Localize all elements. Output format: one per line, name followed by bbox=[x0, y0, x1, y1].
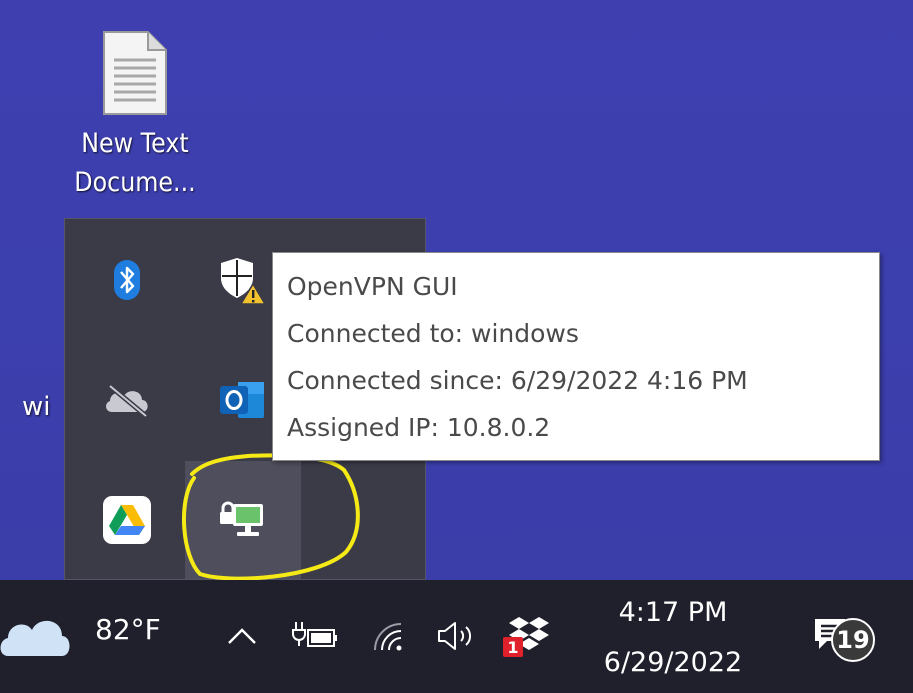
onedrive-offline-icon bbox=[106, 384, 148, 418]
tooltip-connected-to: Connected to: windows bbox=[287, 319, 579, 348]
tooltip-connected-since: Connected since: 6/29/2022 4:16 PM bbox=[287, 366, 748, 395]
bluetooth-icon bbox=[114, 260, 140, 300]
openvpn-status-tooltip: OpenVPN GUI Connected to: windows Connec… bbox=[272, 252, 880, 461]
text-document-icon bbox=[103, 31, 167, 115]
windows-security-warning-icon bbox=[221, 258, 267, 305]
taskbar-clock[interactable]: 4:17 PM 6/29/2022 bbox=[588, 588, 758, 688]
battery-charging-icon bbox=[292, 622, 337, 647]
desktop-icon-label: New Text Docume... bbox=[74, 128, 196, 198]
cloud-weather-icon bbox=[0, 620, 70, 656]
speaker-icon bbox=[438, 622, 472, 650]
show-hidden-icons-button[interactable] bbox=[222, 616, 262, 656]
dropbox-badge-count: 1 bbox=[507, 638, 518, 657]
dropbox-icon: 1 bbox=[503, 617, 549, 657]
outlook-icon bbox=[220, 382, 264, 418]
chevron-up-icon bbox=[228, 628, 256, 644]
volume-button[interactable] bbox=[432, 616, 484, 656]
weather-widget[interactable] bbox=[0, 610, 72, 660]
tray-item-google-drive[interactable] bbox=[69, 461, 185, 579]
tray-item-onedrive[interactable] bbox=[69, 341, 185, 459]
google-drive-icon bbox=[103, 496, 151, 544]
dropbox-tray-button[interactable]: 1 bbox=[500, 612, 552, 660]
openvpn-gui-icon bbox=[220, 501, 263, 536]
desktop-icon-new-text-document[interactable]: New Text Docume... bbox=[30, 30, 240, 202]
tooltip-title: OpenVPN GUI bbox=[287, 272, 458, 301]
wifi-icon bbox=[374, 623, 402, 651]
taskbar: 82°F 1 4:17 PM 6/29/2022 19 bbox=[0, 580, 913, 693]
clock-time: 4:17 PM bbox=[618, 597, 728, 628]
desktop-icon-partial-label[interactable]: wi bbox=[22, 392, 51, 422]
tray-item-bluetooth[interactable] bbox=[69, 221, 185, 339]
tooltip-assigned-ip: Assigned IP: 10.8.0.2 bbox=[287, 413, 551, 442]
weather-temperature[interactable]: 82°F bbox=[95, 613, 161, 646]
notification-count-badge: 19 bbox=[831, 618, 875, 662]
tray-item-openvpn-gui[interactable] bbox=[185, 461, 301, 579]
battery-status-button[interactable] bbox=[288, 616, 340, 656]
network-status-button[interactable] bbox=[368, 616, 412, 656]
clock-date: 6/29/2022 bbox=[603, 647, 743, 678]
